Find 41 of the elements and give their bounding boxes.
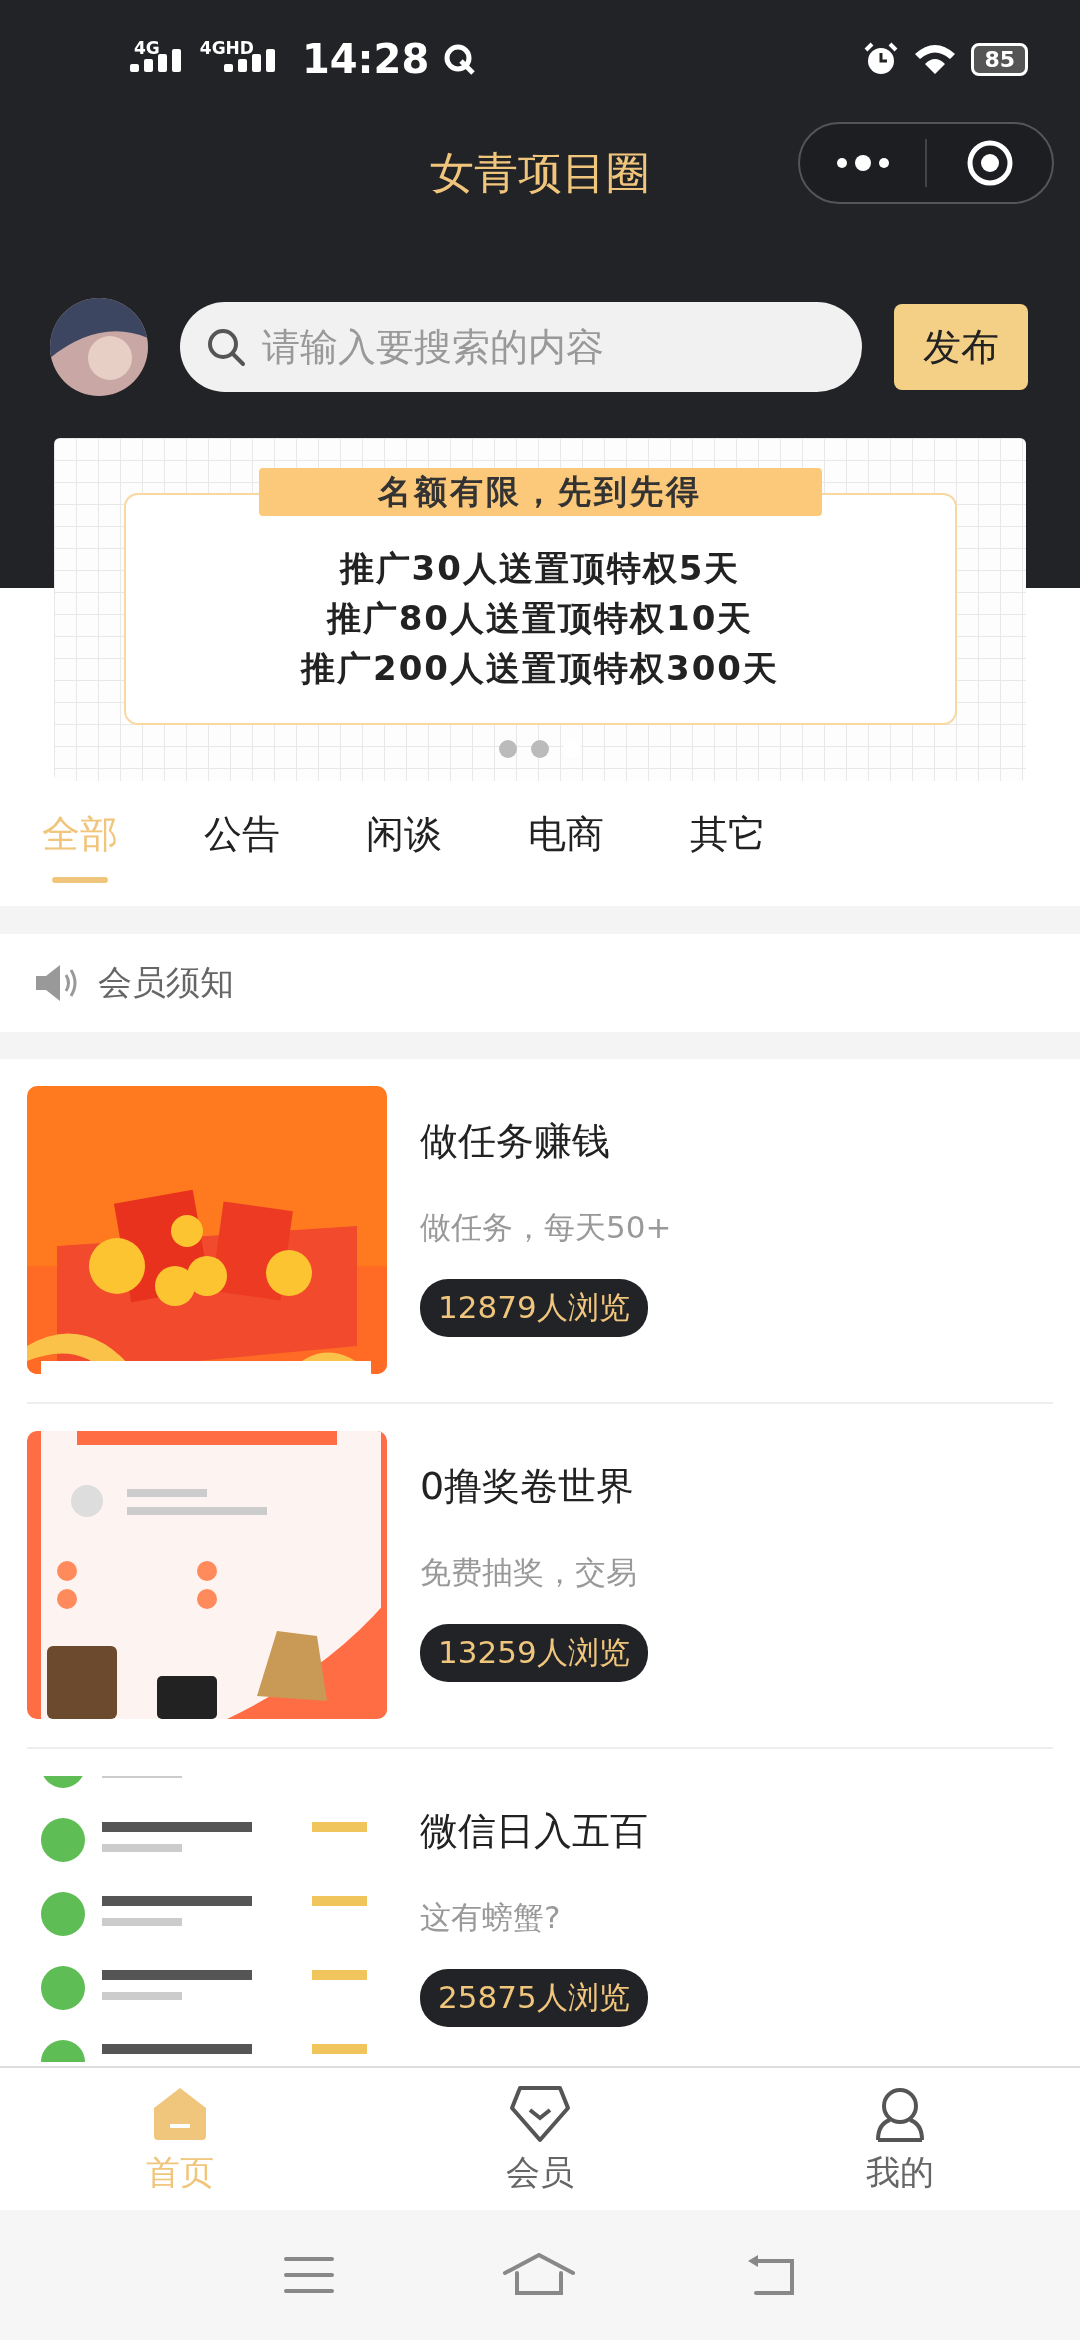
alarm-icon (863, 41, 900, 77)
post-title[interactable]: 做任务赚钱 (420, 1116, 610, 1167)
wifi-icon (913, 42, 958, 76)
menu-icon (284, 2255, 335, 2295)
home-icon (503, 2253, 575, 2297)
carousel-dot[interactable] (499, 740, 517, 758)
banner-text: 推广80人送置顶特权10天 (326, 597, 754, 640)
post-summary: 免费抽奖，交易 (420, 1553, 637, 1592)
banner-heading: 名额有限，先到先得 (258, 468, 822, 516)
post-title[interactable]: 0撸奖卷世界 (420, 1461, 635, 1512)
banner-text: 推广200人送置顶特权300天 (301, 647, 779, 690)
clock-time: 14:28 (301, 36, 430, 82)
battery-level: 85 (971, 42, 1028, 76)
target-icon (965, 139, 1014, 187)
view-count: 12879人浏览 (420, 1279, 648, 1337)
carousel-dot[interactable] (531, 740, 549, 758)
home-button[interactable] (503, 2253, 575, 2297)
banner-text: 推广30人送置顶特权5天 (339, 547, 741, 590)
notification-icon (443, 43, 476, 75)
badge-icon (508, 2084, 572, 2144)
category-tab[interactable]: 其它 (686, 781, 848, 906)
category-tab[interactable]: 闲谈 (362, 781, 524, 906)
nav-tab[interactable]: 我的 (720, 2068, 1080, 2210)
more-icon (835, 155, 890, 171)
category-tab[interactable]: 电商 (524, 781, 686, 906)
view-count: 13259人浏览 (420, 1624, 648, 1682)
menu-button[interactable] (284, 2255, 335, 2295)
search-field[interactable]: 请输入要搜索的内容 (180, 302, 862, 392)
post-summary: 做任务，每天50+ (420, 1208, 672, 1247)
network-label: 4GHD (199, 38, 254, 58)
publish-button[interactable]: 发布 (894, 304, 1028, 390)
post-summary: 这有螃蟹? (420, 1898, 561, 1937)
page-title: 女青项目圈 (430, 145, 650, 200)
nav-tab[interactable]: 会员 (360, 2068, 720, 2210)
view-count: 25875人浏览 (420, 1969, 648, 2027)
promo-banner[interactable]: 名额有限，先到先得 推广30人送置顶特权5天 推广80人送置顶特权10天 推广200人送置顶特权300天 (54, 438, 1026, 781)
notice-label[interactable]: 会员须知 (98, 960, 234, 1006)
network-label: 4G (134, 38, 160, 58)
search-icon (206, 327, 246, 367)
category-tab[interactable]: 公告 (200, 781, 362, 906)
post-title[interactable]: 微信日入五百 (420, 1806, 648, 1857)
